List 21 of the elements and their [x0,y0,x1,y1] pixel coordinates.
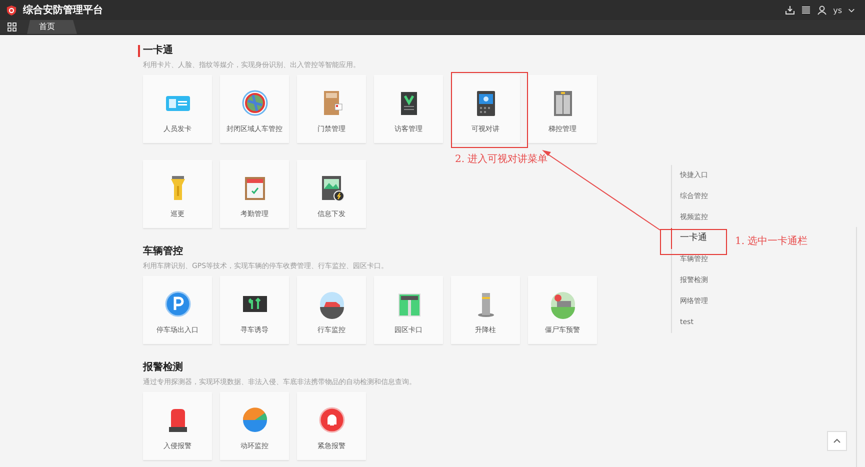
map-target-icon [240,88,270,118]
annotation-text: 1. 选中一卡通栏 [735,234,808,248]
nav-item[interactable]: 一卡通 [671,228,724,249]
section-title: 一卡通 [138,45,613,57]
back-to-top-button[interactable] [827,431,847,451]
bell-icon [316,405,346,435]
parking-icon [162,289,192,319]
section-title: 车辆管控 [142,246,184,258]
app-grid-icon[interactable] [7,22,17,32]
list-icon[interactable] [801,5,812,15]
tab[interactable]: 首页 [27,20,77,34]
chevron-up-icon [833,437,841,445]
user-name[interactable]: ys [833,6,842,14]
download-icon[interactable] [785,5,796,15]
annotation-text: 2. 进入可视对讲菜单 [455,152,548,166]
app-title: 综合安防管理平台 [23,3,103,17]
highlight-frame [660,229,727,255]
user-icon[interactable] [817,5,828,15]
chevron-down-icon[interactable] [848,6,855,14]
section-title: 报警检测 [142,362,184,374]
shield-logo-icon [6,4,17,16]
